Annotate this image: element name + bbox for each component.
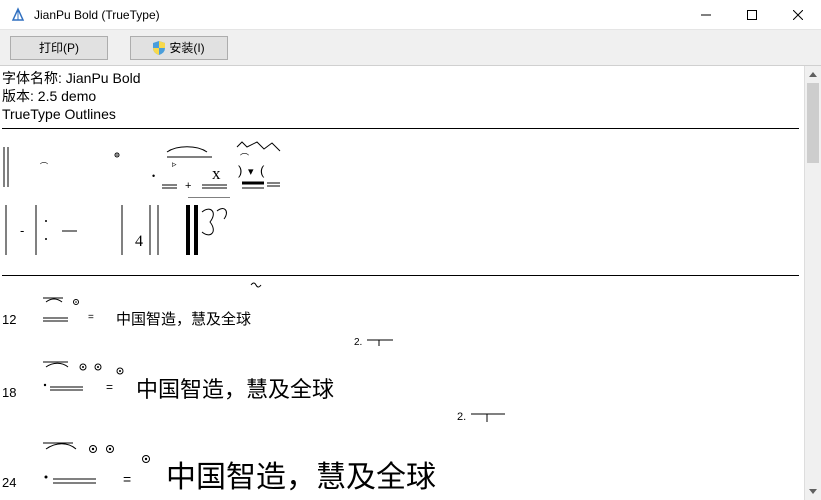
maximize-button[interactable] — [729, 0, 775, 30]
scrollbar-track[interactable] — [805, 83, 821, 483]
close-icon — [793, 10, 803, 20]
glyph-sample-row-2: - — 4 ⌒ — [2, 197, 804, 265]
glyph-x-char: x — [212, 164, 221, 183]
sample-row-12: 12 = 中国智造，慧及全球 — [2, 294, 804, 329]
scrollbar-up-arrow[interactable] — [805, 66, 821, 83]
svg-text:(: ( — [260, 163, 265, 178]
svg-text:⌒: ⌒ — [202, 197, 211, 204]
print-button[interactable]: 打印(P) — [10, 36, 108, 60]
sample-row-24: 24 = 中国智造，慧及全球 2 — [2, 437, 804, 496]
shield-icon — [153, 41, 165, 55]
svg-text:▾: ▾ — [248, 166, 254, 178]
svg-text:•: • — [152, 171, 155, 181]
chevron-down-icon — [809, 489, 817, 494]
svg-text:-: - — [20, 223, 24, 238]
titlebar: JianPu Bold (TrueType) — [0, 0, 821, 30]
size-label-12: 12 — [2, 312, 30, 327]
size-label-24: 24 — [2, 475, 30, 490]
sample-text-12: 中国智造，慧及全球 — [116, 311, 251, 329]
print-button-label: 打印(P) — [39, 39, 79, 56]
close-button[interactable] — [775, 0, 821, 30]
scrollbar-thumb[interactable] — [807, 83, 819, 163]
toolbar: 打印(P) 安装(I) — [0, 30, 821, 66]
install-button[interactable]: 安装(I) — [130, 36, 228, 60]
window-controls — [683, 0, 821, 29]
version-line: 版本: 2.5 demo — [2, 87, 804, 105]
size-label-18: 18 — [2, 385, 30, 400]
chevron-up-icon — [809, 72, 817, 77]
annot-2-24: 2. — [457, 411, 507, 423]
header-separator — [2, 128, 799, 129]
sample-row-18: 18 = 中国智造，慧及全球 2 — [2, 357, 804, 403]
svg-text:=: = — [123, 471, 131, 487]
svg-text:⌒: ⌒ — [40, 162, 48, 171]
vertical-scrollbar[interactable] — [804, 66, 821, 500]
svg-text:▹: ▹ — [172, 159, 177, 169]
annot-tilde-12 — [250, 280, 262, 290]
sample-text-24: 中国智造，慧及全球 — [166, 460, 436, 496]
scrollbar-down-arrow[interactable] — [805, 483, 821, 500]
jianpu-prefix-24: = — [38, 437, 158, 487]
font-name-line: 字体名称: JianPu Bold — [2, 69, 804, 87]
glyph-sample-row-1: ⌒ • ▹ + x ⌒ ) ▾ ( — [2, 137, 804, 195]
jianpu-prefix-18: = — [38, 357, 128, 397]
minimize-icon — [701, 10, 711, 20]
svg-text:=: = — [106, 380, 113, 394]
app-icon — [10, 7, 26, 23]
svg-text:+: + — [185, 180, 191, 192]
glyph-four-char: 4 — [135, 233, 143, 250]
outlines-line: TrueType Outlines — [2, 105, 804, 123]
install-button-label: 安装(I) — [169, 39, 204, 56]
content-area: 字体名称: JianPu Bold 版本: 2.5 demo TrueType … — [0, 66, 804, 500]
body-separator — [2, 275, 799, 276]
annot-2-18: 2. — [354, 337, 395, 348]
svg-text:): ) — [238, 163, 242, 178]
annot-bracket-icon-24 — [469, 412, 507, 422]
svg-text:⌒: ⌒ — [240, 153, 249, 163]
maximize-icon — [747, 10, 757, 20]
svg-text:—: — — [62, 222, 77, 239]
sample-text-18: 中国智造，慧及全球 — [136, 377, 334, 403]
content-wrapper: 字体名称: JianPu Bold 版本: 2.5 demo TrueType … — [0, 66, 821, 500]
jianpu-prefix-12: = — [38, 294, 108, 324]
annot-bracket-icon — [365, 338, 395, 346]
svg-text:=: = — [88, 312, 94, 323]
window-title: JianPu Bold (TrueType) — [34, 8, 683, 22]
minimize-button[interactable] — [683, 0, 729, 30]
